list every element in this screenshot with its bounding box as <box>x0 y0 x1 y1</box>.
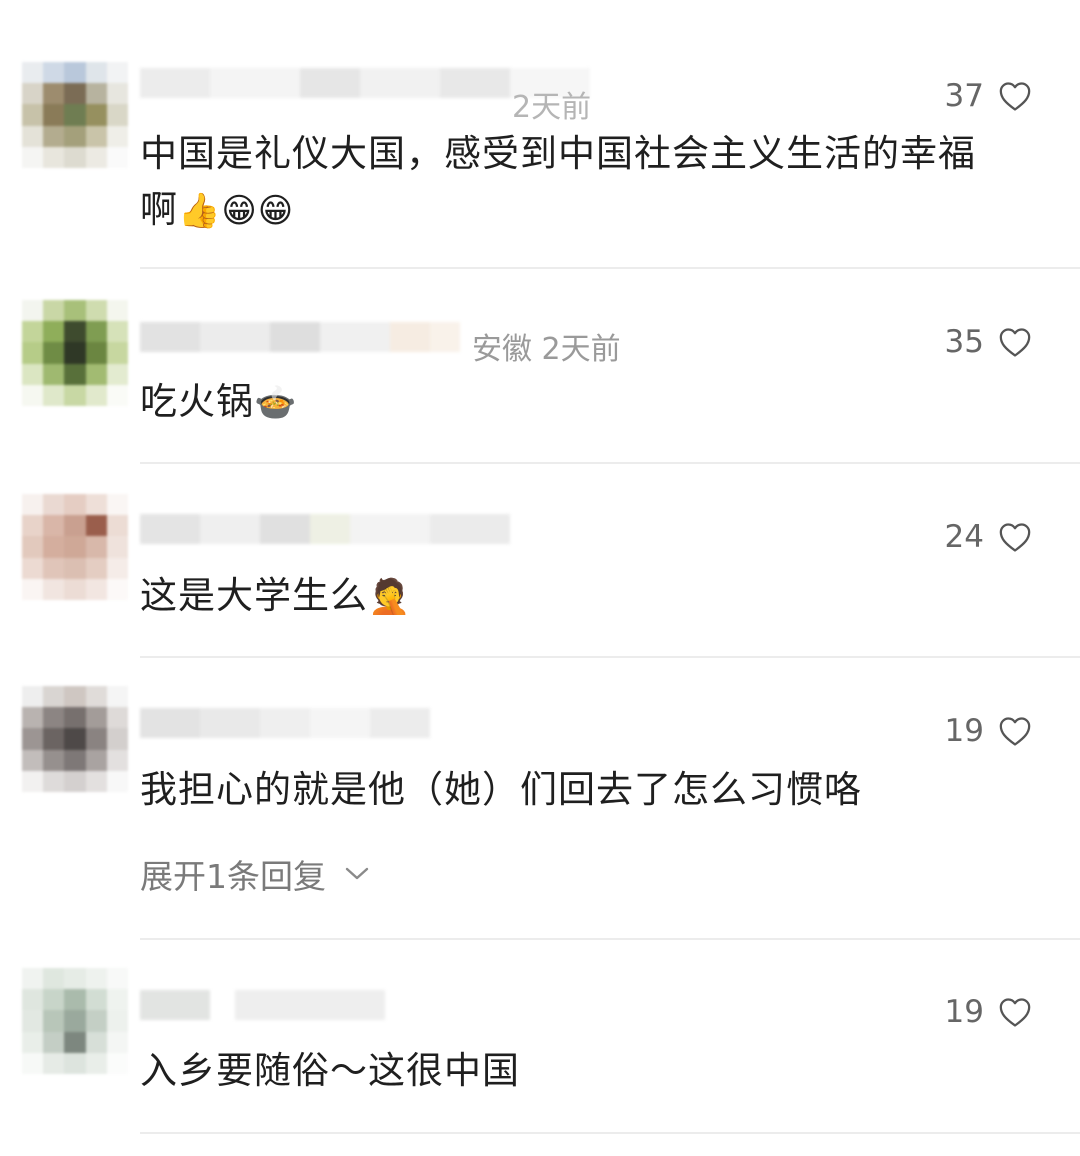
expand-replies-button[interactable]: 展开1条回复 <box>140 850 370 898</box>
username-blurred[interactable] <box>140 514 510 544</box>
hotpot-emoji: 🍲 <box>254 383 298 423</box>
divider <box>140 656 1080 658</box>
like-control[interactable]: 35 <box>945 324 1032 360</box>
username-blurred[interactable] <box>140 708 430 738</box>
comment-text: 吃火锅🍲 <box>140 374 297 431</box>
like-control[interactable]: 19 <box>945 994 1032 1030</box>
username-blurred[interactable] <box>140 990 385 1020</box>
avatar[interactable] <box>22 686 128 792</box>
comment-text-tail: 啊 <box>140 188 178 231</box>
like-control[interactable]: 19 <box>945 713 1032 749</box>
heart-outline-icon[interactable] <box>998 996 1032 1028</box>
like-count: 19 <box>944 994 984 1030</box>
comment-text: 入乡要随俗～这很中国 <box>140 1049 520 1092</box>
avatar[interactable] <box>22 968 128 1074</box>
heart-outline-icon[interactable] <box>998 715 1032 747</box>
comment-text: 中国是礼仪大国，感受到中国社会主义生活的幸福 啊👍😁😁 <box>140 126 976 239</box>
like-count: 24 <box>944 519 984 555</box>
username-blurred[interactable] <box>140 322 460 352</box>
heart-outline-icon[interactable] <box>998 80 1032 112</box>
divider <box>140 1132 1080 1134</box>
heart-outline-icon[interactable] <box>998 326 1032 358</box>
comment-text-line: 中国是礼仪大国，感受到中国社会主义生活的幸福 <box>140 132 976 175</box>
divider <box>140 938 1080 940</box>
comment-text-body: 吃火锅 <box>140 380 254 423</box>
like-control[interactable]: 37 <box>945 78 1032 114</box>
avatar[interactable] <box>22 300 128 406</box>
avatar[interactable] <box>22 494 128 600</box>
divider <box>140 267 1080 269</box>
location-time: 安徽 2天前 <box>472 332 621 367</box>
thumbs-up-grin-emoji: 👍😁😁 <box>178 191 295 231</box>
chevron-down-icon <box>345 867 369 880</box>
divider <box>140 462 1080 464</box>
comment-text-body: 这是大学生么 <box>140 574 368 617</box>
like-control[interactable]: 24 <box>945 519 1032 555</box>
like-count: 35 <box>944 324 984 360</box>
expand-replies-label: 展开1条回复 <box>140 857 326 896</box>
like-count: 37 <box>944 78 984 114</box>
location-time: 2天前 <box>512 90 592 125</box>
comment-text: 这是大学生么🤦 <box>140 568 411 625</box>
avatar[interactable] <box>22 62 128 168</box>
heart-outline-icon[interactable] <box>998 521 1032 553</box>
like-count: 19 <box>944 713 984 749</box>
facepalm-emoji: 🤦 <box>368 577 412 617</box>
comment-text-line: 啊👍😁😁 <box>140 182 976 239</box>
comment-text: 我担心的就是他（她）们回去了怎么习惯咯 <box>140 768 862 811</box>
